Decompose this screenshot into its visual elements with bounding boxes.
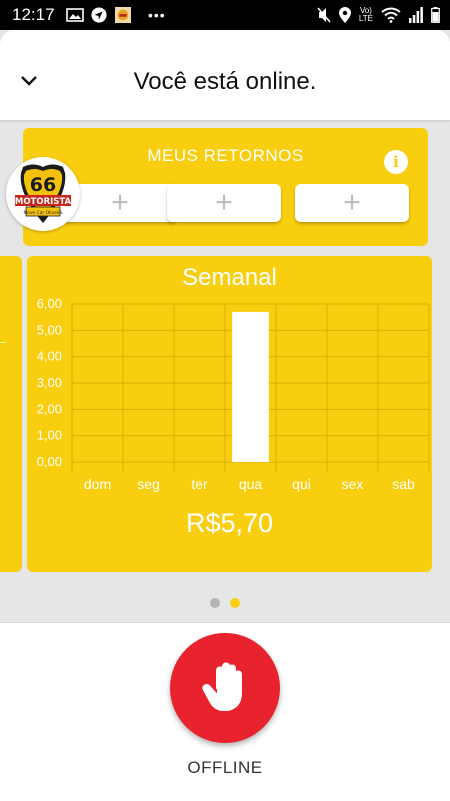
go-offline-button[interactable] bbox=[170, 633, 280, 743]
x-tick-label: sab bbox=[392, 476, 415, 492]
svg-text:66: 66 bbox=[30, 174, 56, 196]
x-tick-label: seg bbox=[137, 476, 160, 492]
volte-lte-icon: Vo) LTE bbox=[358, 6, 373, 23]
x-tick-label: ter bbox=[191, 476, 208, 492]
wifi-icon bbox=[381, 7, 401, 23]
bar-qua[interactable] bbox=[232, 311, 269, 462]
navigation-icon bbox=[91, 7, 107, 23]
svg-text:MOTORISTA: MOTORISTA bbox=[15, 197, 72, 207]
y-tick-label: 1,00 bbox=[37, 428, 62, 443]
battery-icon bbox=[431, 7, 440, 23]
retorno-slot-2[interactable]: + bbox=[167, 184, 281, 222]
y-tick-label: 0,00 bbox=[37, 454, 62, 469]
page-title: Você está online. bbox=[133, 68, 317, 95]
y-tick-label: 4,00 bbox=[37, 349, 62, 364]
y-tick-label: 6,00 bbox=[37, 296, 62, 311]
location-icon bbox=[338, 7, 351, 23]
status-time: 12:17 bbox=[12, 5, 55, 24]
offline-label: OFFLINE bbox=[187, 758, 263, 777]
weekly-chart-card[interactable]: Semanal 0,00 1,00 2,00 3,00 4,00 5,00 6,00 dom s… bbox=[27, 256, 432, 572]
signal-icon bbox=[409, 7, 423, 23]
hand-stop-icon bbox=[202, 662, 242, 711]
info-button[interactable]: i bbox=[384, 150, 408, 174]
driver-logo: 66 MOTORISTA Move Car Oliveira bbox=[6, 157, 80, 231]
x-tick-label: sex bbox=[342, 476, 364, 492]
previous-card-peek[interactable] bbox=[0, 256, 22, 572]
header-sheet: Você está online. bbox=[0, 30, 450, 120]
image-icon bbox=[66, 8, 84, 22]
y-tick-label: 5,00 bbox=[37, 322, 62, 337]
retornos-card: MEUS RETORNOS i + + + bbox=[23, 128, 428, 246]
y-tick-label: 2,00 bbox=[37, 401, 62, 416]
route-66-shield-icon: 66 MOTORISTA Move Car Oliveira bbox=[15, 164, 72, 223]
x-tick-label: dom bbox=[84, 476, 111, 492]
retorno-slot-3[interactable]: + bbox=[295, 184, 409, 222]
retornos-title: MEUS RETORNOS bbox=[147, 146, 304, 165]
mute-icon bbox=[317, 7, 331, 23]
overflow-indicator: ••• bbox=[148, 7, 166, 23]
app-logo-icon bbox=[115, 7, 131, 23]
x-tick-label: qua bbox=[239, 476, 263, 492]
x-tick-label: qui bbox=[292, 476, 311, 492]
svg-text:Move Car Oliveira: Move Car Oliveira bbox=[23, 210, 62, 216]
y-tick-label: 3,00 bbox=[37, 375, 62, 390]
pager-dot-1[interactable] bbox=[210, 598, 220, 608]
weekly-total: R$5,70 bbox=[185, 508, 274, 538]
retorno-slot-1[interactable]: + bbox=[63, 184, 177, 222]
status-bar: 12:17 ••• Vo) LTE bbox=[0, 0, 450, 30]
pager-dot-2[interactable] bbox=[230, 598, 240, 608]
